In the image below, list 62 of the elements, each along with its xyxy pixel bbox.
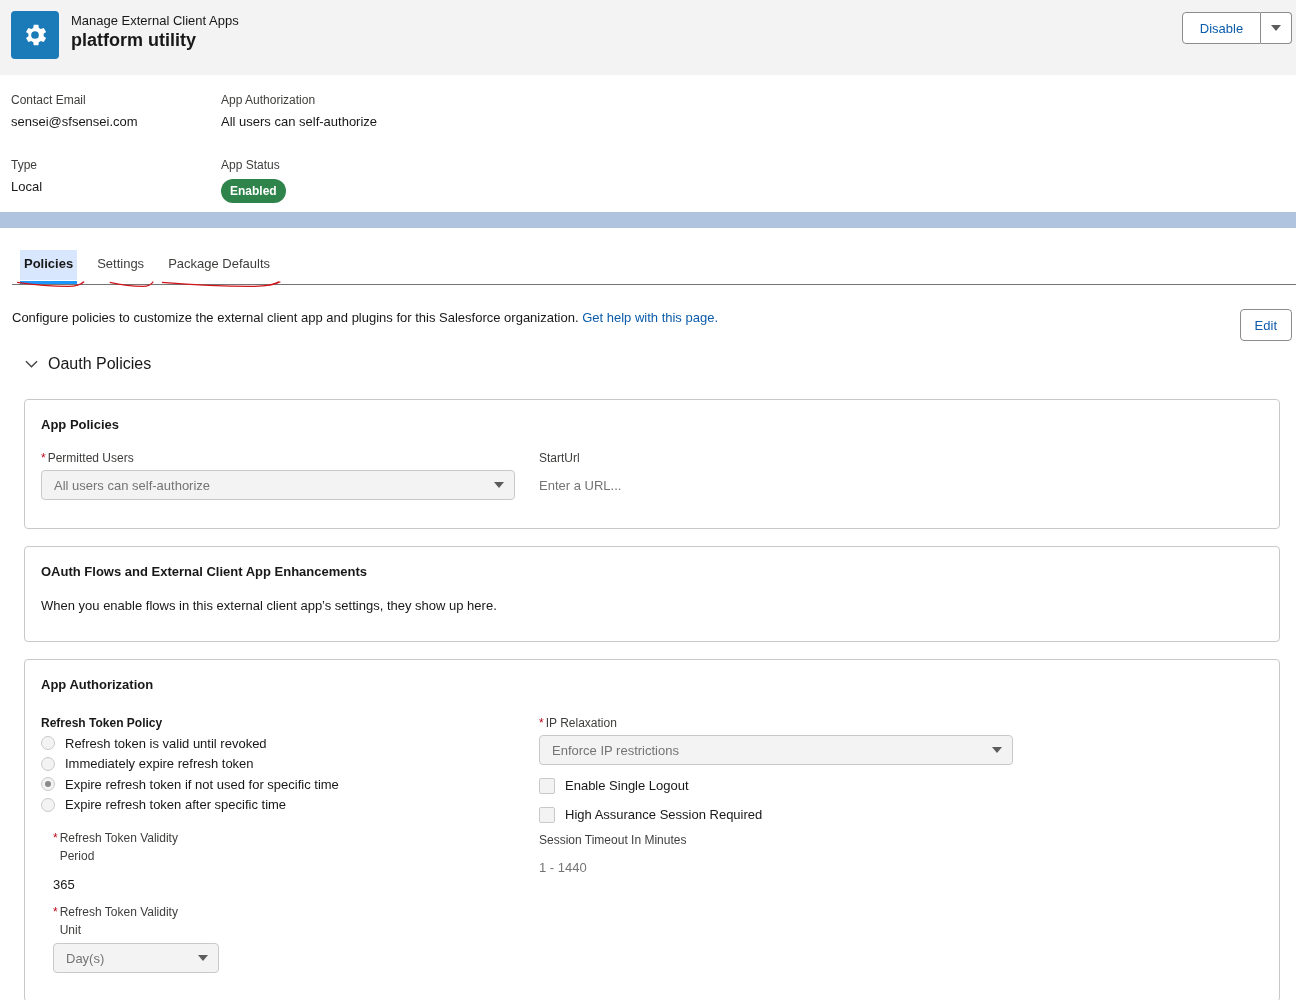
tab[interactable]: Policies bbox=[20, 250, 78, 284]
disable-button[interactable]: Disable bbox=[1182, 12, 1261, 44]
radio-button[interactable] bbox=[41, 736, 55, 751]
field-label: Permitted Users bbox=[47, 451, 134, 465]
caret-icon bbox=[494, 482, 504, 488]
option-label: Immediately expire refresh token bbox=[65, 756, 254, 772]
dropdown-field[interactable]: Day(s) bbox=[53, 943, 219, 973]
period-input[interactable]: 365 bbox=[53, 869, 353, 899]
field-value: Local bbox=[11, 178, 44, 195]
option-label: Refresh token is valid until revoked bbox=[65, 735, 267, 751]
option-label: Expire refresh token if not used for specific time bbox=[65, 776, 339, 792]
radio-option[interactable]: Immediately expire refresh token bbox=[41, 753, 539, 774]
help-link[interactable]: Get help with this page. bbox=[582, 310, 718, 325]
field-label: App Authorization bbox=[221, 93, 317, 107]
dropdown-field[interactable]: Enforce IP restrictions bbox=[539, 735, 1013, 765]
edit-button[interactable]: Edit bbox=[1239, 309, 1292, 341]
card-title: App Authorization bbox=[41, 677, 155, 692]
timeout-input[interactable]: 1 - 1440 bbox=[539, 852, 839, 882]
dropdown-field[interactable]: All users can self-authorize bbox=[41, 470, 515, 500]
radio-option[interactable]: Refresh token is valid until revoked bbox=[41, 733, 539, 754]
radio-option[interactable]: Expire refresh token after specific time bbox=[41, 794, 539, 815]
description-text: Configure policies to customize the external client app and plugins for this Salesforce organization. Get help with this page. bbox=[12, 310, 718, 326]
gear-icon bbox=[11, 11, 59, 59]
card-title: OAuth Flows and External Client App Enhancements bbox=[41, 564, 368, 579]
field-value: sensei@sfsensei.com bbox=[11, 114, 139, 130]
radio-button[interactable] bbox=[41, 777, 55, 792]
info-text: When you enable flows in this external client app’s settings, they show up here. bbox=[41, 598, 498, 613]
field-value: All users can self-authorize bbox=[221, 114, 379, 130]
status-badge: Enabled bbox=[221, 178, 286, 203]
required-mark: * bbox=[53, 830, 58, 847]
tab[interactable]: Package Defaults bbox=[164, 243, 275, 284]
field-label: Refresh Token Validity Period bbox=[59, 830, 179, 865]
required-mark: * bbox=[539, 716, 544, 730]
required-mark: * bbox=[53, 904, 58, 921]
breadcrumb-text: Manage External Client Apps bbox=[71, 13, 240, 29]
menu-button[interactable] bbox=[1261, 12, 1292, 44]
caret-icon bbox=[1271, 25, 1281, 31]
field-label: IP Relaxation bbox=[545, 716, 617, 730]
radio-button[interactable] bbox=[41, 756, 55, 771]
field-label: Contact Email bbox=[11, 93, 87, 107]
group-label: Refresh Token Policy bbox=[41, 716, 164, 730]
url-input[interactable]: Enter a URL... bbox=[539, 470, 839, 500]
field-label: Refresh Token Validity Unit bbox=[59, 904, 179, 939]
field-label: Type bbox=[11, 157, 38, 172]
checkbox[interactable] bbox=[539, 777, 555, 794]
field-label: StartUrl bbox=[539, 451, 581, 465]
required-mark: * bbox=[41, 451, 46, 465]
checkbox-label: Enable Single Logout bbox=[565, 778, 689, 793]
chevron-icon[interactable] bbox=[25, 360, 38, 368]
checkbox[interactable] bbox=[539, 806, 555, 823]
page-title: platform utility bbox=[71, 29, 197, 51]
caret-icon bbox=[198, 955, 208, 961]
field-label: App Status bbox=[221, 157, 281, 172]
radio-button[interactable] bbox=[41, 797, 55, 812]
checkbox-label: High Assurance Session Required bbox=[565, 807, 763, 822]
option-label: Expire refresh token after specific time bbox=[65, 797, 287, 813]
card-title: App Policies bbox=[41, 417, 121, 432]
section-title: Oauth Policies bbox=[48, 355, 152, 373]
radio-option[interactable]: Expire refresh token if not used for specific time bbox=[41, 774, 539, 795]
tab[interactable]: Settings bbox=[93, 243, 149, 284]
caret-icon bbox=[992, 747, 1002, 753]
field-label: Session Timeout In Minutes bbox=[539, 833, 688, 847]
